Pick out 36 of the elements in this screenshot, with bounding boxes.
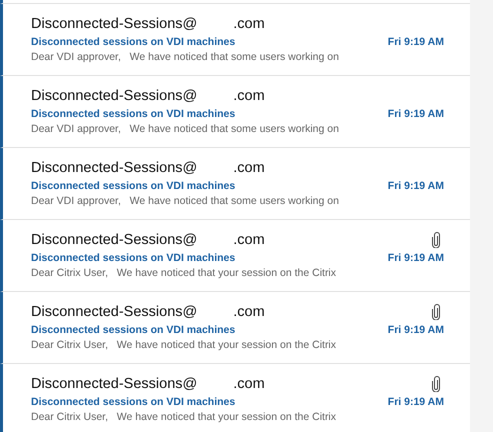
sender-domain: .com xyxy=(233,232,265,248)
sender-name: Disconnected-Sessions@ xyxy=(31,16,198,32)
sender-domain: .com xyxy=(233,16,265,32)
message-preview: Dear VDI approver, We have noticed that some users working on xyxy=(31,123,340,135)
message-preview: Dear Citrix User, We have noticed that your session on the Citrix xyxy=(31,267,338,279)
message-time: Fri 9:19 AM xyxy=(388,252,444,264)
message-subject: Disconnected sessions on VDI machines xyxy=(31,252,236,264)
message-preview: Dear VDI approver, We have noticed that some users working on xyxy=(31,51,340,63)
sender-domain: .com xyxy=(233,376,265,392)
message-time: Fri 9:19 AM xyxy=(388,180,444,192)
sender-name: Disconnected-Sessions@ xyxy=(31,304,198,320)
message-time: Fri 9:19 AM xyxy=(388,36,444,48)
sender-name: Disconnected-Sessions@ xyxy=(31,88,198,104)
message-preview: Dear Citrix User, We have noticed that your session on the Citrix xyxy=(31,339,338,351)
message-item[interactable]: Disconnected-Sessions@ .com Disconnected sessions on VDI machines Fri 9:19 AM Dear VDI approver, We have noticed that some users working on xyxy=(0,76,470,148)
message-item[interactable]: Disconnected-Sessions@ .com Disconnected sessions on VDI machines Fri 9:19 AM Dear Citrix User, We have noticed that your session on the Citrix xyxy=(0,220,470,292)
message-time: Fri 9:19 AM xyxy=(388,324,444,336)
message-subject: Disconnected sessions on VDI machines xyxy=(31,108,236,120)
message-time: Fri 9:19 AM xyxy=(388,108,444,120)
message-item[interactable]: Disconnected-Sessions@ .com Disconnected sessions on VDI machines Fri 9:19 AM Dear VDI approver, We have noticed that some users working on xyxy=(0,148,470,220)
sender-domain: .com xyxy=(233,304,265,320)
sender-name: Disconnected-Sessions@ xyxy=(31,232,198,248)
message-item[interactable]: Disconnected-Sessions@ .com Disconnected sessions on VDI machines Fri 9:19 AM Dear Citrix User, We have noticed that your session on the Citrix xyxy=(0,292,470,364)
sender-name: Disconnected-Sessions@ xyxy=(31,376,198,392)
sender-domain: .com xyxy=(233,88,265,104)
message-subject: Disconnected sessions on VDI machines xyxy=(31,180,236,192)
message-preview: Dear VDI approver, We have noticed that some users working on xyxy=(31,195,340,207)
message-item[interactable]: Disconnected-Sessions@ .com Disconnected sessions on VDI machines Fri 9:19 AM Dear Citrix User, We have noticed that your session on the Citrix xyxy=(0,364,470,432)
message-time: Fri 9:19 AM xyxy=(388,396,444,408)
message-preview: Dear Citrix User, We have noticed that your session on the Citrix xyxy=(31,411,338,423)
sender-domain: .com xyxy=(233,160,265,176)
sender-name: Disconnected-Sessions@ xyxy=(31,160,198,176)
message-item[interactable]: Disconnected-Sessions@ .com Disconnected sessions on VDI machines Fri 9:19 AM Dear VDI approver, We have noticed that some users working on xyxy=(0,4,470,76)
message-subject: Disconnected sessions on VDI machines xyxy=(31,36,236,48)
message-subject: Disconnected sessions on VDI machines xyxy=(31,396,236,408)
message-subject: Disconnected sessions on VDI machines xyxy=(31,324,236,336)
